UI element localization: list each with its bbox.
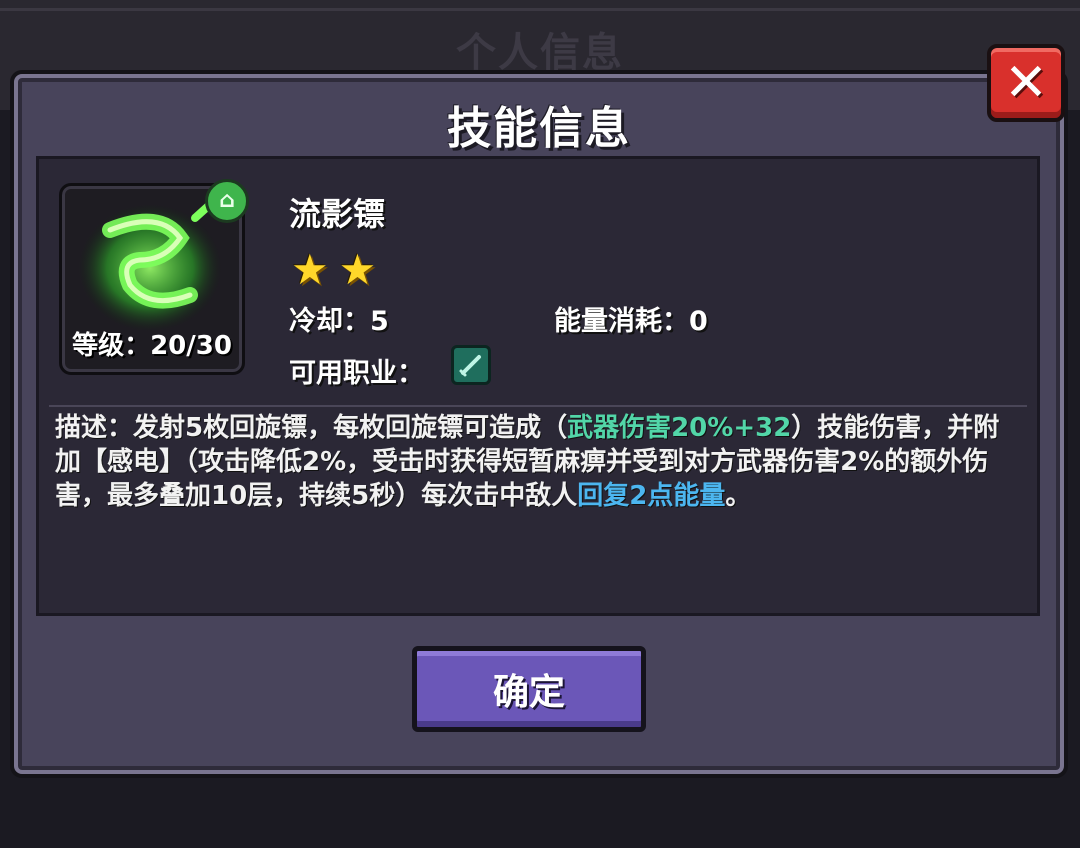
skill-name: 流影镖 [289, 195, 386, 233]
close-icon: ✕ [1004, 53, 1048, 113]
confirm-button-label: 确定 [492, 672, 565, 713]
skill-info-dialog: 技能信息 等级：20/30 ⌂ 流影镖 ★ ★ 冷却：5 能量消耗：0 可用职业… [14, 74, 1064, 774]
dialog-title: 技能信息 [447, 103, 631, 154]
description-text: 。 [725, 481, 752, 511]
skill-stars: ★ ★ [291, 249, 376, 291]
skill-energy-cost: 能量消耗：0 [554, 306, 708, 337]
skill-class-label: 可用职业： [289, 358, 424, 389]
background-title: 个人信息 [456, 30, 624, 76]
description-energy-highlight: 回复2点能量 [577, 481, 726, 511]
upgrade-badge-icon: ⌂ [205, 179, 249, 223]
divider [49, 405, 1027, 407]
star-icon: ★ [291, 245, 329, 294]
sword-icon [451, 345, 491, 385]
green-boomerang-icon [78, 196, 222, 332]
star-icon: ★ [338, 245, 377, 294]
description-damage-highlight: 武器伤害20%+32 [567, 413, 792, 443]
skill-cooldown: 冷却：5 [289, 306, 389, 337]
skill-level: 等级：20/30 [72, 331, 232, 361]
description-text: 描述：发射5枚回旋镖，每枚回旋镖可造成（ [55, 413, 568, 443]
confirm-button[interactable]: 确定 [412, 646, 646, 732]
skill-description: 描述：发射5枚回旋镖，每枚回旋镖可造成（武器伤害20%+32）技能伤害，并附加【… [55, 411, 1005, 513]
skill-info-panel: 等级：20/30 ⌂ 流影镖 ★ ★ 冷却：5 能量消耗：0 可用职业： 描述：… [36, 156, 1040, 616]
close-button[interactable]: ✕ [987, 44, 1065, 122]
